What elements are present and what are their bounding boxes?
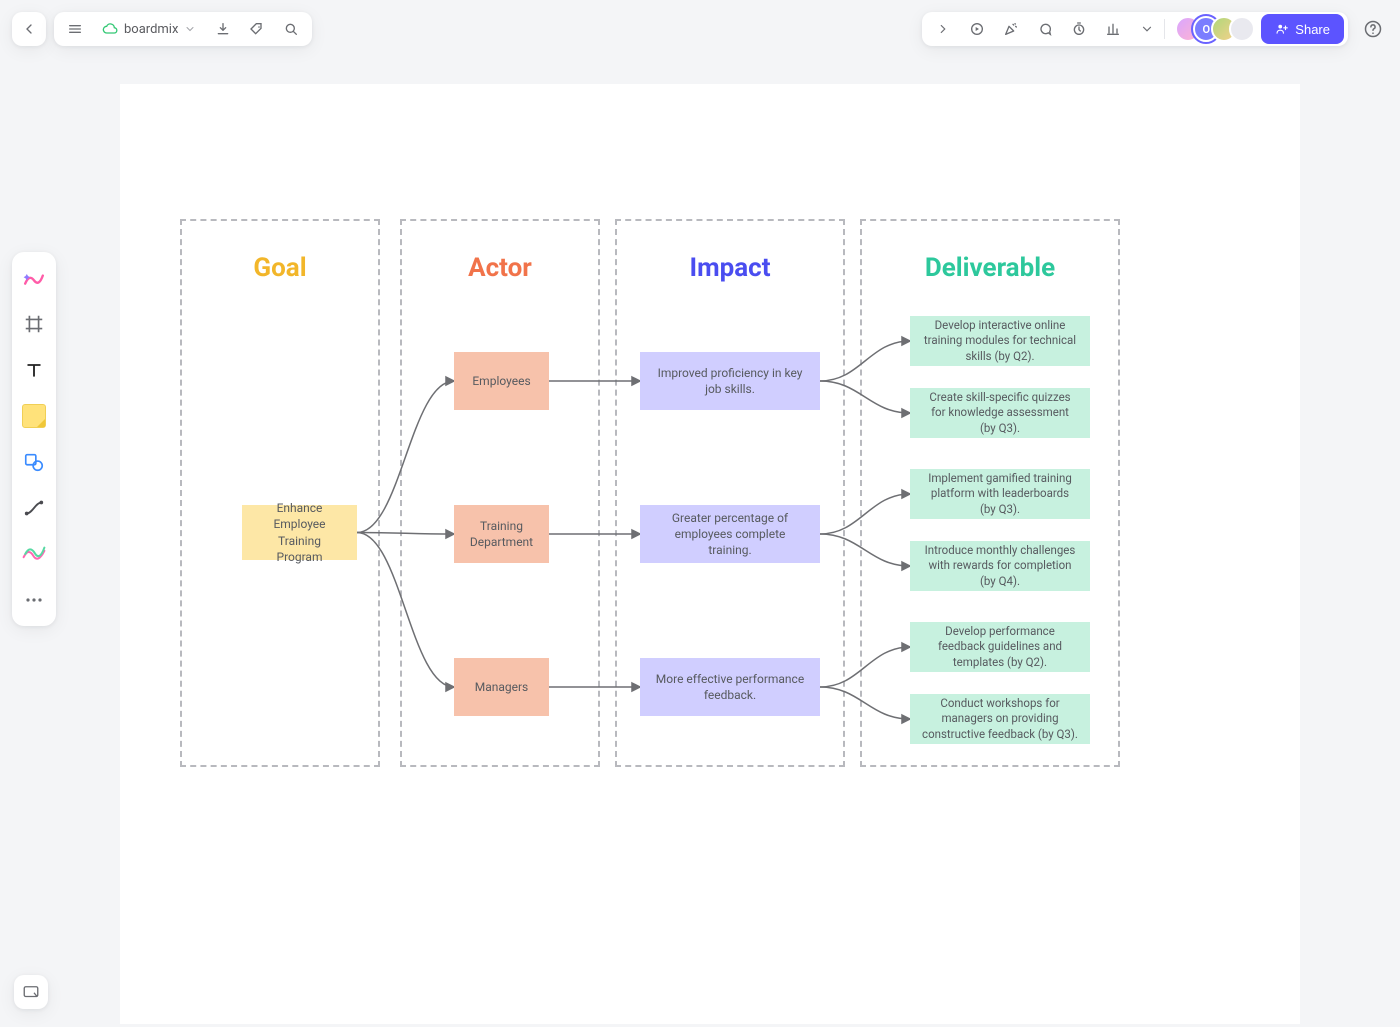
lane-title: Deliverable [862,253,1118,283]
impact-card-2[interactable]: More effective performance feedback. [640,658,820,716]
deliverable-card-1[interactable]: Create skill-specific quizzes for knowle… [910,388,1090,438]
actor-card-2[interactable]: Managers [454,658,549,716]
board-name-menu[interactable]: boardmix [92,21,206,37]
back-chip [12,12,46,46]
avatar-stack[interactable]: O [1165,16,1261,42]
help-icon [1363,19,1383,39]
deliverable-card-3[interactable]: Introduce monthly challenges with reward… [910,541,1090,591]
action-chip: O Share [922,12,1348,46]
ellipsis-icon [25,597,43,603]
chat-icon [1037,21,1053,37]
board-name: boardmix [124,22,178,37]
sticky-note-tool[interactable] [18,400,50,432]
shape-icon [23,451,45,473]
share-button[interactable]: Share [1261,14,1344,44]
actor-card-1[interactable]: Training Department [454,505,549,563]
impact-card-1[interactable]: Greater percentage of employees complete… [640,505,820,563]
chevron-left-icon [21,21,37,37]
play-circle-icon [969,21,985,37]
lane-title: Impact [617,253,843,283]
chevron-right-icon [936,22,950,36]
connector-tool[interactable] [18,492,50,524]
ai-sparkle-icon [22,268,46,288]
sticky-icon [22,404,46,428]
cloud-sync-icon [102,21,118,37]
goal-card[interactable]: Enhance Employee Training Program [242,505,357,560]
ai-tool[interactable] [18,262,50,294]
impact-card-0[interactable]: Improved proficiency in key job skills. [640,352,820,410]
deliverable-card-5[interactable]: Conduct workshops for managers on provid… [910,694,1090,744]
confetti-icon [1003,21,1019,37]
more-actions-button[interactable] [1130,12,1164,46]
download-icon [215,21,231,37]
timer-icon [1071,21,1087,37]
menu-button[interactable] [58,12,92,46]
minimap-icon [22,983,40,1001]
search-button[interactable] [274,12,308,46]
share-label: Share [1295,22,1330,37]
download-button[interactable] [206,12,240,46]
shape-tool[interactable] [18,446,50,478]
timer-button[interactable] [1062,12,1096,46]
avatar[interactable] [1229,16,1255,42]
file-chip: boardmix [54,12,312,46]
deliverable-card-2[interactable]: Implement gamified training platform wit… [910,469,1090,519]
help-button[interactable] [1358,14,1388,44]
side-tool-rail [12,252,56,626]
tag-icon [249,21,265,37]
scribble-icon [22,545,46,563]
more-tools[interactable] [18,584,50,616]
chevron-down-icon [1140,22,1154,36]
tag-button[interactable] [240,12,274,46]
effects-button[interactable] [994,12,1028,46]
lane-title: Goal [182,253,378,283]
frame-icon [23,313,45,335]
poll-icon [1105,21,1121,37]
frame-tool[interactable] [18,308,50,340]
pen-tool[interactable] [18,538,50,570]
lane-title: Actor [402,253,598,283]
expand-button[interactable] [926,12,960,46]
text-icon [24,360,44,380]
connector-icon [23,497,45,519]
chevron-down-icon [184,23,196,35]
top-left-toolbar: boardmix [12,12,312,46]
actor-card-0[interactable]: Employees [454,352,549,410]
search-icon [283,21,299,37]
share-user-icon [1275,22,1289,36]
back-button[interactable] [12,12,46,46]
hamburger-icon [67,21,83,37]
deliverable-card-4[interactable]: Develop performance feedback guidelines … [910,622,1090,672]
vote-button[interactable] [1096,12,1130,46]
comment-button[interactable] [1028,12,1062,46]
whiteboard-canvas[interactable]: Goal Actor Impact Deliverable Enhance Emplo… [120,84,1300,1024]
minimap-toggle[interactable] [14,975,48,1009]
lane-goal[interactable]: Goal [180,219,380,767]
text-tool[interactable] [18,354,50,386]
deliverable-card-0[interactable]: Develop interactive online training modu… [910,316,1090,366]
present-button[interactable] [960,12,994,46]
top-right-toolbar: O Share [922,12,1388,46]
